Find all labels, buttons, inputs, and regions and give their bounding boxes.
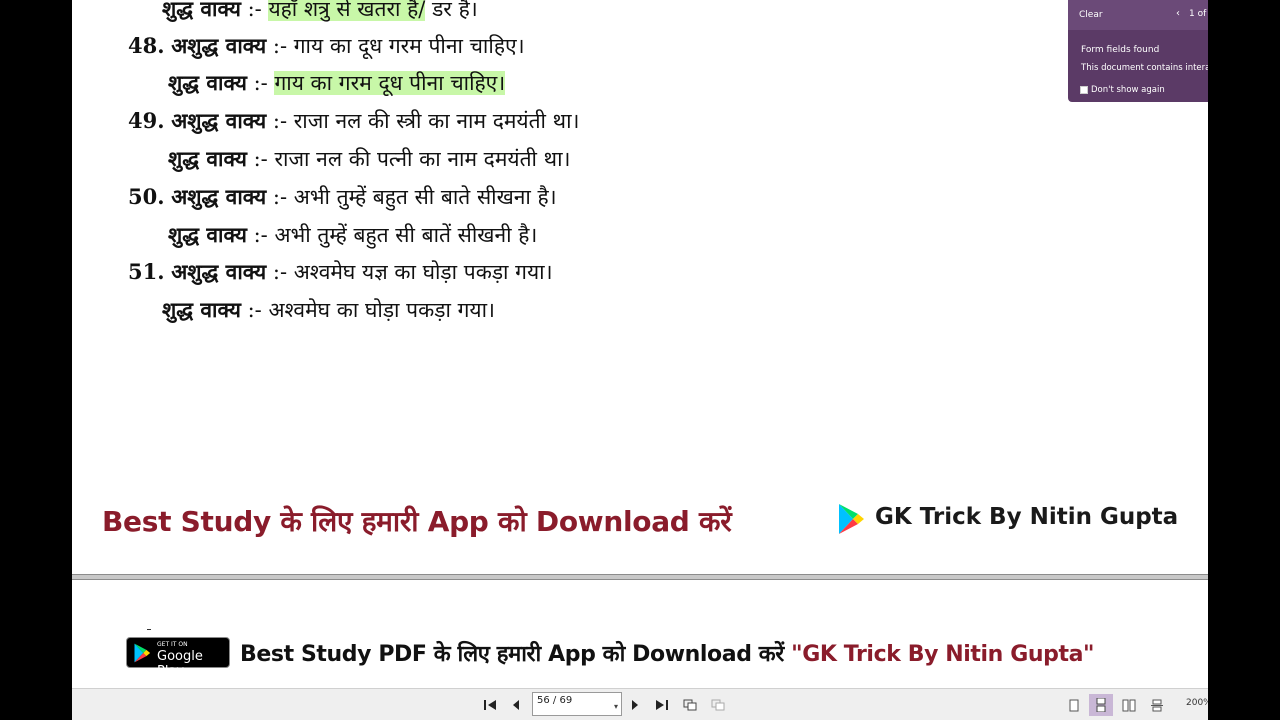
go-back-view-button[interactable] [680,695,700,715]
window-edge [1208,0,1280,720]
form-panel-message: This document contains intera [1081,63,1208,73]
sentence-label: शुद्ध वाक्य [168,146,247,171]
incorrect-sentence-line: 50. अशुद्ध वाक्य :- अभी तुम्हें बहुत सी … [128,182,557,212]
promo-banner-text: Best Study के लिए हमारी App को Download … [102,505,732,538]
single-page-view-button[interactable] [1062,694,1086,716]
correct-sentence-line: शुद्ध वाक्य :- अश्वमेघ का घोड़ा पकड़ा गय… [162,295,495,325]
item-number: 50. [128,184,165,209]
sentence-text: राजा नल की पत्नी का नाम दमयंती था। [274,147,571,171]
page-indicator: 56 / 69 [537,695,573,706]
correct-sentence-line: शुद्ध वाक्य :- यहाँ शत्रु से खतरा है/ डर… [162,0,478,24]
next-page-button[interactable] [625,695,645,715]
two-page-icon [1122,699,1136,711]
form-fields-panel: Clear ‹ 1 of Form fields found This docu… [1068,0,1208,102]
footer-promo: Best Study PDF के लिए हमारी App को Downl… [240,638,1094,668]
footer-promo-text: Best Study PDF के लिए हमारी App को Downl… [240,642,792,667]
sentence-text: गाय का दूध गरम पीना चाहिए। [293,34,525,58]
first-page-button[interactable] [480,695,500,715]
separator: :- [266,109,294,133]
correct-sentence-line: शुद्ध वाक्य :- गाय का गरम दूध पीना चाहिए… [168,68,506,98]
sentence-text: डर है। [425,0,478,21]
first-page-icon [484,700,496,710]
separator: :- [266,185,294,209]
last-page-icon [656,700,668,710]
correct-sentence-line: शुद्ध वाक्य :- राजा नल की पत्नी का नाम द… [168,144,570,174]
separator: :- [246,71,275,95]
page-mark [147,629,151,630]
clear-button[interactable]: Clear [1079,10,1103,20]
incorrect-sentence-line: 48. अशुद्ध वाक्य :- गाय का दूध गरम पीना … [128,31,525,61]
previous-page-button[interactable] [506,695,526,715]
field-count: 1 of [1189,9,1207,19]
sentence-label: अशुद्ध वाक्य [171,108,267,133]
page-number-input[interactable]: 56 / 69 ▾ [532,692,622,716]
sentence-text: अभी तुम्हें बहुत सी बातें सीखनी है। [274,223,538,247]
sentence-text: राजा नल की स्त्री का नाम दमयंती था। [293,109,580,133]
separator: :- [266,34,294,58]
single-page-icon [1069,699,1079,711]
chevron-down-icon: ▾ [613,702,618,711]
separator: :- [266,260,294,284]
item-number: 51. [128,259,165,284]
sentence-label: शुद्ध वाक्य [162,297,241,322]
separator: :- [246,223,275,247]
go-forward-view-icon [711,699,725,711]
badge-big-text: Google Play [157,649,203,679]
previous-page-icon [513,700,519,710]
dont-show-label[interactable]: Don't show again [1091,85,1165,95]
sentence-label: अशुद्ध वाक्य [171,259,267,284]
sentence-label: शुद्ध वाक्य [162,0,241,21]
dont-show-checkbox[interactable] [1080,86,1088,94]
sentence-label: शुद्ध वाक्य [168,222,247,247]
continuous-view-button[interactable] [1089,694,1113,716]
form-panel-title: Form fields found [1081,45,1160,55]
badge-small-text: GET IT ON [157,641,188,648]
highlighted-text: यहाँ शत्रु से खतरा है/ [268,0,426,21]
go-forward-view-button[interactable] [708,695,728,715]
item-number: 48. [128,33,165,58]
sentence-text: अश्वमेघ का घोड़ा पकड़ा गया। [268,298,495,322]
page-divider [72,574,1208,580]
google-play-badge[interactable]: GET IT ON Google Play [126,637,230,679]
continuous-page-icon [1096,698,1106,712]
last-page-button[interactable] [652,695,672,715]
fit-view-button[interactable] [1145,694,1169,716]
separator: :- [240,0,269,21]
sentence-label: अशुद्ध वाक्य [171,184,267,209]
fit-page-icon [1151,699,1163,711]
footer-promo-brand: "GK Trick By Nitin Gupta" [791,642,1095,667]
next-page-icon [632,700,638,710]
chevron-left-icon[interactable]: ‹ [1176,8,1180,19]
sentence-label: शुद्ध वाक्य [168,70,247,95]
correct-sentence-line: शुद्ध वाक्य :- अभी तुम्हें बहुत सी बातें… [168,220,537,250]
bottom-toolbar: 56 / 69 ▾ 200% [72,688,1208,720]
google-play-icon [839,504,864,534]
separator: :- [246,147,275,171]
incorrect-sentence-line: 49. अशुद्ध वाक्य :- राजा नल की स्त्री का… [128,106,580,136]
promo-banner-brand: GK Trick By Nitin Gupta [875,504,1179,530]
sentence-text: अश्वमेघ यज्ञ का घोड़ा पकड़ा गया। [293,260,553,284]
pdf-viewer: शुद्ध वाक्य :- यहाँ शत्रु से खतरा है/ डर… [72,0,1208,720]
google-play-icon [134,643,151,662]
zoom-level[interactable]: 200% [1186,698,1208,708]
form-panel-header: Clear ‹ 1 of [1068,0,1208,30]
sentence-text: अभी तुम्हें बहुत सी बाते सीखना है। [293,185,557,209]
sentence-label: अशुद्ध वाक्य [171,33,267,58]
two-page-view-button[interactable] [1117,694,1141,716]
promo-banner: Best Study के लिए हमारी App को Download … [102,498,732,544]
separator: :- [240,298,269,322]
item-number: 49. [128,108,165,133]
highlighted-text: गाय का गरम दूध पीना चाहिए। [274,71,506,95]
go-back-view-icon [683,699,697,711]
incorrect-sentence-line: 51. अशुद्ध वाक्य :- अश्वमेघ यज्ञ का घोड़… [128,257,553,287]
